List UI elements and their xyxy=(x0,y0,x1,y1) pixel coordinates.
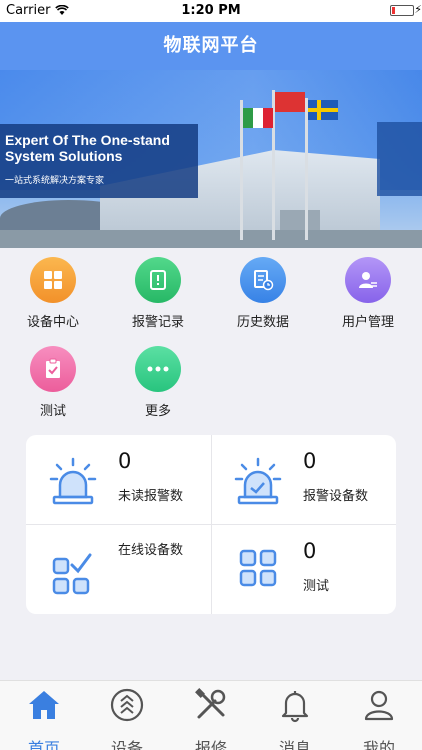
menu-item-user-management[interactable]: 用户管理 xyxy=(323,257,413,330)
menu-label: 测试 xyxy=(39,404,66,419)
menu-label: 设备中心 xyxy=(26,315,79,330)
battery-icon xyxy=(390,5,414,16)
grid-icon xyxy=(30,257,76,303)
stat-unread-alarms[interactable]: 0 未读报警数 xyxy=(26,435,211,524)
banner-headline: Expert Of The One-stand System Solutions xyxy=(5,132,170,164)
devices-check-icon xyxy=(52,553,92,595)
status-bar: Carrier 1:20 PM ⚡ xyxy=(0,0,422,22)
repair-tools-icon xyxy=(195,688,226,719)
banner-next-slide-preview xyxy=(377,122,422,196)
stat-online-devices[interactable]: 在线设备数 xyxy=(26,525,211,614)
stats-card: 0 未读报警数 0 报警设备数 在线设备数 0 测试 xyxy=(26,435,396,614)
menu-item-history-data[interactable]: 历史数据 xyxy=(218,257,308,330)
menu-item-test[interactable]: 测试 xyxy=(8,346,98,419)
alarm-book-icon xyxy=(135,257,181,303)
bell-icon xyxy=(281,691,309,723)
history-doc-icon xyxy=(240,257,286,303)
tab-label: 设备 xyxy=(110,739,143,750)
menu-label: 历史数据 xyxy=(236,315,289,330)
alarm-check-icon xyxy=(234,457,282,505)
device-icon xyxy=(110,688,144,722)
status-time: 1:20 PM xyxy=(181,3,241,18)
tab-label: 首页 xyxy=(27,739,60,750)
test-count: 0 xyxy=(303,539,317,563)
tab-home[interactable]: 首页 xyxy=(2,687,86,750)
stat-alarm-devices[interactable]: 0 报警设备数 xyxy=(211,435,396,524)
flag-sweden-icon xyxy=(308,100,338,120)
bottom-tab-bar: 首页 设备 报修 消息 我的 xyxy=(0,680,422,750)
menu-item-alarm-records[interactable]: 报警记录 xyxy=(113,257,203,330)
tab-repair[interactable]: 报修 xyxy=(169,687,253,750)
flag-italy-icon xyxy=(243,108,273,128)
banner-subtitle: 一站式系统解决方案专家 xyxy=(5,176,105,186)
stat-test[interactable]: 0 测试 xyxy=(211,525,396,614)
more-dots-icon xyxy=(135,346,181,392)
alarm-light-icon xyxy=(49,457,97,505)
profile-icon xyxy=(364,690,394,721)
tab-messages[interactable]: 消息 xyxy=(253,687,337,750)
user-manage-icon xyxy=(345,257,391,303)
menu-item-device-center[interactable]: 设备中心 xyxy=(8,257,98,330)
menu-label: 用户管理 xyxy=(341,315,394,330)
home-icon xyxy=(29,691,59,719)
alarm-devices-count: 0 xyxy=(303,449,317,473)
menu-label: 更多 xyxy=(144,404,171,419)
menu-label: 报警记录 xyxy=(131,315,184,330)
test-label: 测试 xyxy=(303,579,330,594)
tab-profile[interactable]: 我的 xyxy=(337,687,421,750)
tab-label: 我的 xyxy=(362,739,395,750)
banner-carousel[interactable]: Expert Of The One-stand System Solutions… xyxy=(0,70,422,248)
unread-alarms-count: 0 xyxy=(118,449,132,473)
page-title: 物联网平台 xyxy=(0,22,422,70)
banner-headline-line2: System Solutions xyxy=(5,148,123,164)
unread-alarms-label: 未读报警数 xyxy=(118,489,184,504)
alarm-devices-label: 报警设备数 xyxy=(303,489,369,504)
charging-icon: ⚡ xyxy=(414,3,422,16)
grid-blocks-icon xyxy=(239,549,277,587)
online-devices-label: 在线设备数 xyxy=(118,543,184,558)
tab-device[interactable]: 设备 xyxy=(85,687,169,750)
banner-headline-line1: Expert Of The One-stand xyxy=(5,132,170,148)
tab-label: 报修 xyxy=(194,739,227,750)
flag-red-icon xyxy=(275,92,305,112)
tab-label: 消息 xyxy=(278,739,311,750)
menu-item-more[interactable]: 更多 xyxy=(113,346,203,419)
clipboard-check-icon xyxy=(30,346,76,392)
